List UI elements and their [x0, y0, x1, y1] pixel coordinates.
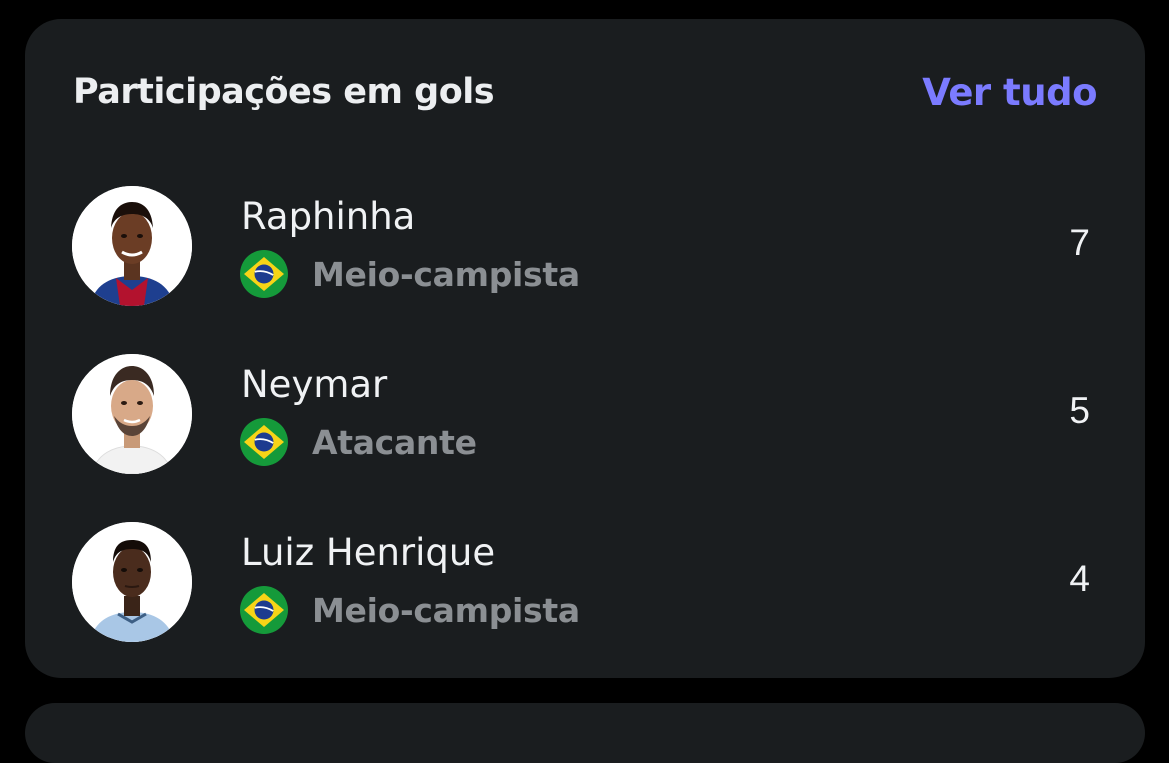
player-row-raphinha[interactable]: Raphinha Meio-campista 7: [25, 181, 1145, 321]
goal-participation-count: 5: [1069, 390, 1090, 431]
player-position: Meio-campista: [312, 590, 580, 630]
card-header: Participações em gols Ver tudo: [73, 67, 1097, 117]
player-meta: Meio-campista: [240, 247, 580, 301]
player-position: Meio-campista: [312, 254, 580, 294]
player-position: Atacante: [312, 422, 477, 462]
player-name: Luiz Henrique: [241, 531, 496, 574]
next-card: [25, 703, 1145, 763]
card-title: Participações em gols: [73, 72, 495, 112]
goal-participation-count: 7: [1069, 222, 1090, 263]
brazil-flag-icon: [240, 586, 288, 634]
brazil-flag-icon: [240, 250, 288, 298]
player-name: Neymar: [241, 363, 388, 406]
player-meta: Meio-campista: [240, 583, 580, 637]
player-avatar: [72, 522, 192, 642]
goal-participation-count: 4: [1069, 558, 1090, 599]
player-row-neymar[interactable]: Neymar Atacante 5: [25, 349, 1145, 489]
player-meta: Atacante: [240, 415, 477, 469]
see-all-link[interactable]: Ver tudo: [922, 71, 1097, 114]
player-name: Raphinha: [241, 195, 416, 238]
player-avatar: [72, 186, 192, 306]
player-row-luiz-henrique[interactable]: Luiz Henrique Meio-campista 4: [25, 517, 1145, 657]
goal-participations-card: Participações em gols Ver tudo Raphinha: [25, 19, 1145, 678]
player-avatar: [72, 354, 192, 474]
brazil-flag-icon: [240, 418, 288, 466]
